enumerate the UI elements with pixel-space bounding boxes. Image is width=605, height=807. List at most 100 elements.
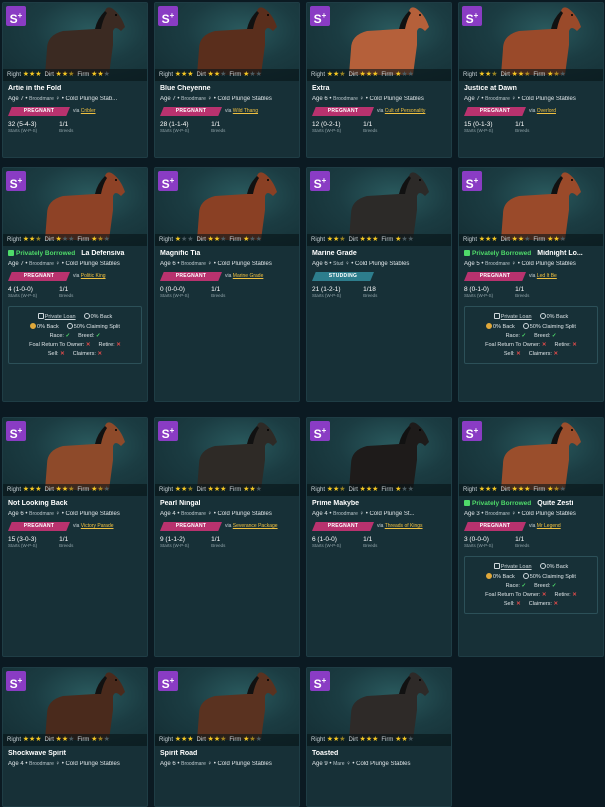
x-icon: ✕ <box>553 601 559 607</box>
horse-name[interactable]: Shockwave Spirit <box>8 750 142 757</box>
sire-link[interactable]: Marine Grade <box>233 273 264 279</box>
star-icon: ★ <box>97 736 104 743</box>
horse-image-area[interactable]: S+ Right ★★★ Dirt ★★★ Firm ★★★ <box>459 168 603 246</box>
horse-name[interactable]: Privately Borrowed La Defensiva <box>8 250 142 257</box>
sex-icon: ♀ <box>346 761 351 767</box>
private-loan-link[interactable]: Private Loan <box>501 564 532 570</box>
horse-card[interactable]: S+ Right ★★★ Dirt ★★★ Firm ★★★ Not Looking B… <box>2 417 148 657</box>
stable-name: Cold Plunge Stables <box>217 761 272 767</box>
document-icon <box>493 563 500 569</box>
sire-link[interactable]: Mr Legend <box>537 523 561 529</box>
sex-icon: ♀ <box>359 511 365 517</box>
horse-name[interactable]: Marine Grade <box>312 250 446 257</box>
star-icon: ★ <box>339 71 346 78</box>
horse-name[interactable]: Extra <box>312 85 446 92</box>
horse-image <box>501 7 581 75</box>
status-row: PREGNANT via Politic King <box>8 272 142 281</box>
star-icon: ★ <box>491 71 498 78</box>
status-row: PREGNANT via Overlord <box>464 107 598 116</box>
horse-stats: 4 (1-0-0) Starts (W-P-S) 1/1 Breeds <box>8 286 74 298</box>
horse-card[interactable]: S+ Right ★★★ Dirt ★★★ Firm ★★★ Toasted Age 9 … <box>306 667 452 807</box>
horse-name[interactable]: Artie in the Fold <box>8 85 142 92</box>
star-icon: ★ <box>220 236 227 243</box>
via-sire: via Overlord <box>529 108 556 114</box>
tier-badge: S+ <box>6 6 26 26</box>
horse-image-area[interactable]: S+ Right ★★★ Dirt ★★★ Firm ★★★ <box>3 418 147 496</box>
horse-card[interactable]: S+ Right ★★★ Dirt ★★★ Firm ★★★ Blue Cheyenne… <box>154 2 300 158</box>
x-icon: ✕ <box>97 351 103 357</box>
horse-stats: 0 (0-0-0) Starts (W-P-S) 1/1 Breeds <box>160 286 226 298</box>
horse-name[interactable]: Privately Borrowed Quite Zesti <box>464 500 598 507</box>
star-icon: ★ <box>372 71 379 78</box>
horse-card[interactable]: S+ Right ★★★ Dirt ★★★ Firm ★★★ Privately Bor… <box>458 167 604 402</box>
status-badge: PREGNANT <box>8 272 70 281</box>
sire-link[interactable]: Overlord <box>537 108 556 114</box>
horse-image-area[interactable]: S+ Right ★★★ Dirt ★★★ Firm ★★★ <box>307 668 451 746</box>
check-icon: ✓ <box>521 583 527 589</box>
horse-image-area[interactable]: S+ Right ★★★ Dirt ★★★ Firm ★★★ <box>307 3 451 81</box>
x-icon: ✕ <box>572 342 577 348</box>
star-icon: ★ <box>339 486 346 493</box>
horse-image-area[interactable]: S+ Right ★★★ Dirt ★★★ Firm ★★★ <box>307 168 451 246</box>
star-icon: ★ <box>35 71 42 78</box>
horse-card[interactable]: S+ Right ★★★ Dirt ★★★ Firm ★★★ Privately Bor… <box>2 167 148 402</box>
star-icon: ★ <box>407 486 414 493</box>
surface-ratings: Right ★★★ Dirt ★★★ Firm ★★★ <box>307 234 451 246</box>
horse-image-area[interactable]: S+ Right ★★★ Dirt ★★★ Firm ★★★ <box>155 3 299 81</box>
horse-image-area[interactable]: S+ Right ★★★ Dirt ★★★ Firm ★★★ <box>155 668 299 746</box>
horse-name[interactable]: Spirit Road <box>160 750 294 757</box>
sire-link[interactable]: Cult of Personality <box>385 108 426 114</box>
via-sire: via Wild Thang <box>225 108 258 114</box>
percent-icon <box>539 313 546 319</box>
horse-image-area[interactable]: S+ Right ★★★ Dirt ★★★ Firm ★★★ <box>459 3 603 81</box>
horse-card[interactable]: S+ Right ★★★ Dirt ★★★ Firm ★★★ Extra Age 6 • … <box>306 2 452 158</box>
horse-name[interactable]: Privately Borrowed Midnight Lo... <box>464 250 598 257</box>
sire-link[interactable]: Threads of Kings <box>385 523 423 529</box>
surface-ratings: Right ★★★ Dirt ★★★ Firm ★★★ <box>459 484 603 496</box>
sire-link[interactable]: Severance Package <box>233 523 278 529</box>
horse-card[interactable]: S+ Right ★★★ Dirt ★★★ Firm ★★★ Magnific Tia A… <box>154 167 300 402</box>
horse-image-area[interactable]: S+ Right ★★★ Dirt ★★★ Firm ★★★ <box>155 168 299 246</box>
horse-name[interactable]: Blue Cheyenne <box>160 85 294 92</box>
sire-link[interactable]: Cribler <box>81 108 96 114</box>
star-icon: ★ <box>249 736 256 743</box>
sire-link[interactable]: Politic King <box>81 273 106 279</box>
private-loan-link[interactable]: Private Loan <box>45 314 76 320</box>
horse-image-area[interactable]: S+ Right ★★★ Dirt ★★★ Firm ★★★ <box>307 418 451 496</box>
sire-link[interactable]: Led It Be <box>537 273 557 279</box>
horse-name[interactable]: Pearl Ningal <box>160 500 294 507</box>
stable-name: Cold Plunge Stables <box>217 96 272 102</box>
horse-image-area[interactable]: S+ Right ★★★ Dirt ★★★ Firm ★★★ <box>3 168 147 246</box>
horse-name[interactable]: Magnific Tia <box>160 250 294 257</box>
private-loan-link[interactable]: Private Loan <box>501 314 532 320</box>
tier-badge: S+ <box>158 421 178 441</box>
horse-name[interactable]: Justice at Dawn <box>464 85 598 92</box>
horse-card[interactable]: S+ Right ★★★ Dirt ★★★ Firm ★★★ Justice at Da… <box>458 2 604 158</box>
horse-card[interactable]: S+ Right ★★★ Dirt ★★★ Firm ★★★ Privately Bor… <box>458 417 604 657</box>
horse-card[interactable]: S+ Right ★★★ Dirt ★★★ Firm ★★★ Spirit Road Ag… <box>154 667 300 807</box>
horse-card[interactable]: S+ Right ★★★ Dirt ★★★ Firm ★★★ Artie in the … <box>2 2 148 158</box>
star-icon: ★ <box>553 71 560 78</box>
horse-card[interactable]: S+ Right ★★★ Dirt ★★★ Firm ★★★ Shockwave Spi… <box>2 667 148 807</box>
horse-meta: Age 4 • Broodmare ♀ • Cold Plunge St... <box>312 511 415 517</box>
horse-stats: 12 (0-2-1) Starts (W-P-S) 1/1 Breeds <box>312 121 378 133</box>
horse-name[interactable]: Prime Makybe <box>312 500 446 507</box>
horse-card[interactable]: S+ Right ★★★ Dirt ★★★ Firm ★★★ Prime Makybe A… <box>306 417 452 657</box>
horse-image-area[interactable]: S+ Right ★★★ Dirt ★★★ Firm ★★★ <box>3 3 147 81</box>
horse-card[interactable]: S+ Right ★★★ Dirt ★★★ Firm ★★★ Pearl Ningal A… <box>154 417 300 657</box>
loan-terms-box: Private Loan 0% Back 0% Back 50% Claiming S… <box>8 306 142 364</box>
horse-image-area[interactable]: S+ Right ★★★ Dirt ★★★ Firm ★★★ <box>3 668 147 746</box>
status-row: PREGNANT via Cribler <box>8 107 142 116</box>
horse-image-area[interactable]: S+ Right ★★★ Dirt ★★★ Firm ★★★ <box>155 418 299 496</box>
horse-name[interactable]: Not Looking Back <box>8 500 142 507</box>
star-icon: ★ <box>35 236 42 243</box>
sire-link[interactable]: Wild Thang <box>233 108 258 114</box>
horse-card[interactable]: S+ Right ★★★ Dirt ★★★ Firm ★★★ Marine Grade A… <box>306 167 452 402</box>
horse-name[interactable]: Toasted <box>312 750 446 757</box>
via-sire: via Mr Legend <box>529 523 561 529</box>
horse-image-area[interactable]: S+ Right ★★★ Dirt ★★★ Firm ★★★ <box>459 418 603 496</box>
via-sire: via Politic King <box>73 273 106 279</box>
sire-link[interactable]: Victory Parade <box>81 523 114 529</box>
sex-icon: ♀ <box>511 261 517 267</box>
horse-meta: Age 9 • Mare ♀ • Cold Plunge Stables <box>312 761 411 767</box>
